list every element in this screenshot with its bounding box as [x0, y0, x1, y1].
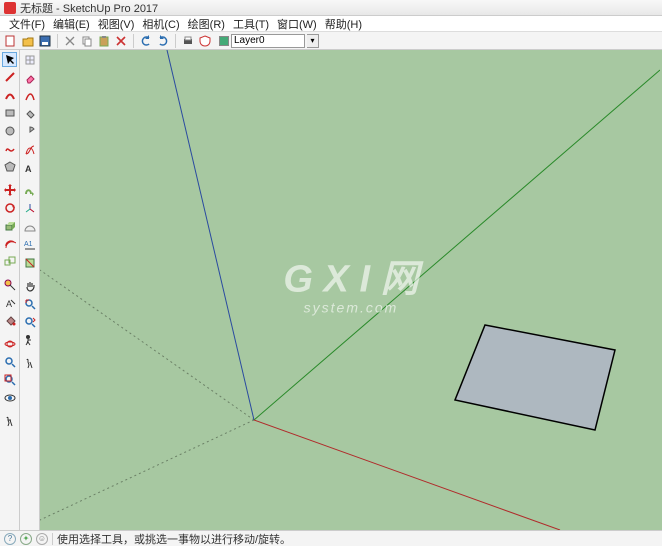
save-file-icon[interactable]	[38, 34, 52, 48]
menu-tool[interactable]: 工具(T)	[230, 16, 272, 32]
menubar: 文件(F) 编辑(E) 视图(V) 相机(C) 绘图(R) 工具(T) 窗口(W…	[0, 16, 662, 32]
walk-tool-icon[interactable]	[2, 413, 18, 429]
dimension-tool-icon[interactable]: A1	[22, 237, 38, 253]
protractor-icon[interactable]	[22, 219, 38, 235]
cut-icon[interactable]	[63, 34, 77, 48]
text-tool-icon[interactable]: A	[2, 295, 18, 311]
user-hint-icon[interactable]: ☺	[36, 533, 48, 545]
delete-icon[interactable]	[114, 34, 128, 48]
component-tool-icon[interactable]	[22, 52, 38, 68]
3d-text-icon[interactable]: A	[22, 160, 38, 176]
divider	[175, 34, 176, 48]
move-tool-icon[interactable]	[2, 182, 18, 198]
svg-text:A1: A1	[24, 241, 33, 248]
layer-selector: Layer0 ▾	[219, 34, 319, 48]
divider	[57, 34, 58, 48]
main-toolbar: Layer0 ▾	[0, 32, 662, 50]
pan-tool-icon[interactable]	[22, 278, 38, 294]
new-file-icon[interactable]	[4, 34, 18, 48]
eraser-tool-icon[interactable]	[22, 70, 38, 86]
layer-dropdown[interactable]: Layer0	[231, 34, 305, 48]
pie-tool-icon[interactable]	[22, 124, 38, 140]
previous-view-icon[interactable]	[22, 314, 38, 330]
twopoint-arc-icon[interactable]	[22, 88, 38, 104]
walk-around-icon[interactable]	[22, 355, 38, 371]
status-text: 使用选择工具，或挑选一事物以进行移动/旋转。	[57, 531, 291, 547]
menu-camera[interactable]: 相机(C)	[139, 16, 182, 32]
window-title: 无标题 - SketchUp Pro 2017	[20, 0, 158, 16]
undo-icon[interactable]	[139, 34, 153, 48]
layer-color-swatch[interactable]	[219, 36, 229, 46]
app-icon	[4, 2, 16, 14]
help-hint-icon[interactable]: ?	[4, 533, 16, 545]
open-file-icon[interactable]	[21, 34, 35, 48]
menu-window[interactable]: 窗口(W)	[274, 16, 320, 32]
menu-edit[interactable]: 编辑(E)	[50, 16, 93, 32]
geo-hint-icon[interactable]: ✦	[20, 533, 32, 545]
menu-draw[interactable]: 绘图(R)	[185, 16, 228, 32]
workspace: A A A1	[0, 50, 662, 530]
print-icon[interactable]	[181, 34, 195, 48]
titlebar: 无标题 - SketchUp Pro 2017	[0, 0, 662, 16]
tape-measure-icon[interactable]	[2, 277, 18, 293]
zoom-tool-icon[interactable]	[2, 354, 18, 370]
tool-column-2: A A1	[20, 50, 40, 530]
divider	[52, 533, 53, 545]
drawn-face[interactable]	[455, 325, 615, 430]
section-plane-icon[interactable]	[22, 255, 38, 271]
menu-help[interactable]: 帮助(H)	[322, 16, 365, 32]
line-tool-icon[interactable]	[2, 69, 18, 85]
bezier-tool-icon[interactable]	[22, 142, 38, 158]
statusbar: ? ✦ ☺ 使用选择工具，或挑选一事物以进行移动/旋转。	[0, 530, 662, 546]
zoom-window-icon[interactable]	[22, 296, 38, 312]
paste-icon[interactable]	[97, 34, 111, 48]
redo-icon[interactable]	[156, 34, 170, 48]
layer-dropdown-label: Layer0	[234, 35, 265, 46]
orbit-tool-icon[interactable]	[2, 336, 18, 352]
svg-text:A: A	[25, 164, 32, 174]
arc-tool-icon[interactable]	[2, 87, 18, 103]
tool-column-1: A	[0, 50, 20, 530]
position-camera-icon[interactable]	[22, 332, 38, 348]
rotate-tool-icon[interactable]	[2, 200, 18, 216]
zoom-extents-icon[interactable]	[2, 372, 18, 388]
pushpull-tool-icon[interactable]	[2, 218, 18, 234]
divider	[133, 34, 134, 48]
polygon-tool-icon[interactable]	[2, 159, 18, 175]
look-around-icon[interactable]	[2, 390, 18, 406]
circle-tool-icon[interactable]	[2, 123, 18, 139]
follow-me-icon[interactable]	[22, 183, 38, 199]
menu-file[interactable]: 文件(F)	[6, 16, 48, 32]
freehand-tool-icon[interactable]	[2, 141, 18, 157]
axes-tool-icon[interactable]	[22, 201, 38, 217]
scale-tool-icon[interactable]	[2, 254, 18, 270]
offset-tool-icon[interactable]	[2, 236, 18, 252]
rotated-rect-icon[interactable]	[22, 106, 38, 122]
copy-icon[interactable]	[80, 34, 94, 48]
model-info-icon[interactable]	[198, 34, 212, 48]
paint-bucket-icon[interactable]	[2, 313, 18, 329]
menu-view[interactable]: 视图(V)	[95, 16, 138, 32]
rectangle-tool-icon[interactable]	[2, 105, 18, 121]
chevron-down-icon[interactable]: ▾	[307, 34, 319, 48]
viewport-svg	[40, 50, 660, 530]
3d-viewport[interactable]: G X I 网 system.com	[40, 50, 662, 530]
select-tool-icon[interactable]	[2, 52, 17, 67]
